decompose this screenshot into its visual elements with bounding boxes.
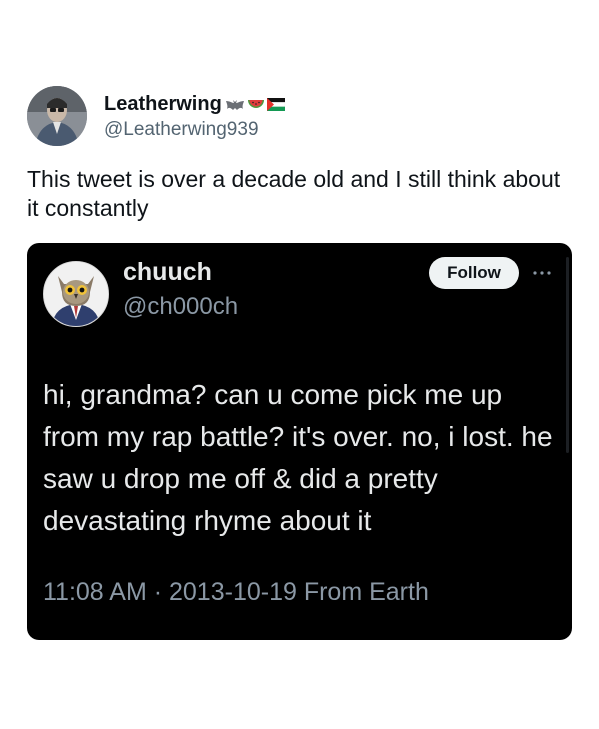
scrollbar[interactable]	[566, 257, 569, 453]
outer-tweet-header: Leatherwing @Leatherwing939	[27, 86, 285, 146]
watermelon-emoji-icon	[247, 99, 264, 108]
quoted-display-name[interactable]: chuuch	[123, 258, 212, 287]
more-options-icon[interactable]	[527, 265, 557, 281]
tweet-date[interactable]: 2013-10-19	[169, 578, 297, 607]
outer-tweet-text: This tweet is over a decade old and I st…	[27, 166, 561, 221]
tweet-time[interactable]: 11:08 AM	[43, 578, 147, 607]
owl-in-suit-avatar-icon	[44, 262, 108, 326]
outer-tweet-names: Leatherwing @Leatherwing939	[104, 92, 285, 141]
name-badges	[225, 98, 285, 112]
display-name[interactable]: Leatherwing	[104, 93, 222, 116]
quoted-avatar[interactable]	[43, 261, 109, 327]
tweet-metadata: 11:08 AM · 2013-10-19 From Earth	[43, 578, 429, 607]
person-avatar-icon	[27, 86, 87, 146]
bat-emoji-icon	[225, 99, 244, 110]
tweet-source: From Earth	[296, 578, 429, 606]
user-handle[interactable]: @Leatherwing939	[104, 119, 285, 141]
quoted-tweet-text: hi, grandma? can u come pick me up from …	[43, 379, 553, 536]
quoted-user-handle[interactable]: @ch000ch	[123, 293, 238, 321]
avatar[interactable]	[27, 86, 87, 146]
display-name-row: Leatherwing	[104, 92, 285, 118]
meta-separator: ·	[146, 578, 169, 606]
follow-button[interactable]: Follow	[429, 257, 519, 289]
quoted-tweet-card[interactable]: chuuch @ch000ch Follow hi, grandma? can …	[27, 243, 572, 640]
palestine-flag-icon	[266, 98, 285, 111]
